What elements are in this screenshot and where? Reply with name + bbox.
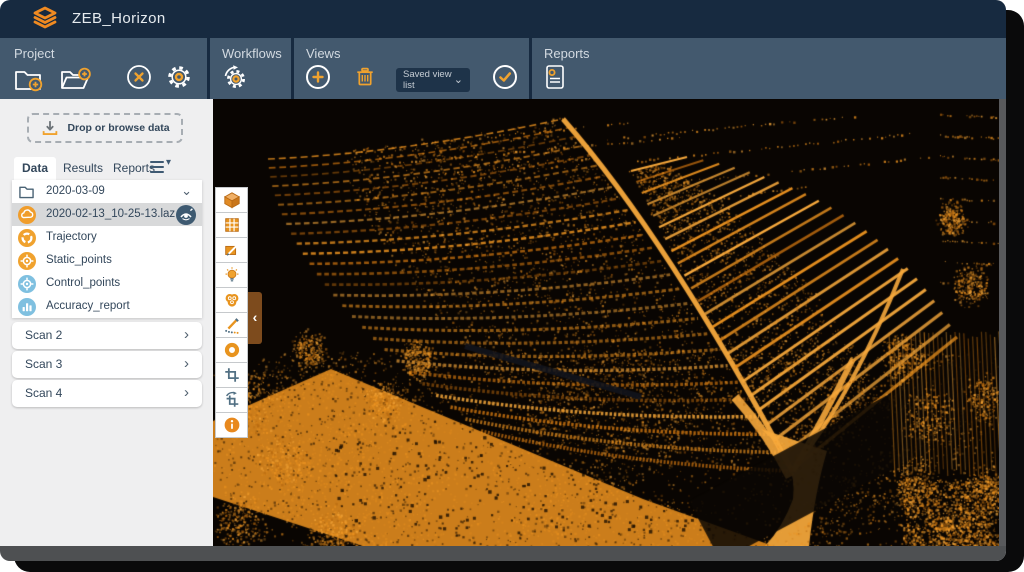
edit-area-button[interactable] <box>215 237 248 263</box>
tree-item-label: Control_points <box>46 272 120 295</box>
drop-or-browse-label: Drop or browse data <box>67 122 169 134</box>
edit-square-icon <box>223 241 241 259</box>
new-project-button[interactable] <box>13 64 43 94</box>
toolbar: Project Workflows <box>0 38 1006 99</box>
tree-item-accuracy-report[interactable]: Accuracy_report <box>12 295 202 318</box>
saved-view-list-dropdown[interactable]: Saved view list ⌄ <box>396 68 470 92</box>
reports-document-button[interactable] <box>544 64 566 91</box>
scan-2-card[interactable]: Scan 2 › <box>12 322 202 349</box>
brush-select-button[interactable] <box>215 312 248 338</box>
donut-icon <box>223 341 241 359</box>
info-button[interactable] <box>215 412 248 438</box>
crop-rotate-button[interactable] <box>215 387 248 413</box>
tree-item-label: Accuracy_report <box>46 295 130 318</box>
tab-results[interactable]: Results <box>58 157 108 180</box>
brush-points-icon <box>223 316 241 334</box>
toolbar-divider <box>529 38 532 99</box>
grid-view-button[interactable] <box>215 212 248 238</box>
chevron-right-icon: › <box>184 380 189 405</box>
drop-or-browse-button[interactable]: Drop or browse data <box>27 113 183 143</box>
crop-button[interactable] <box>215 362 248 388</box>
title-bar: ZEB_Horizon <box>0 0 1006 38</box>
crop-rotate-icon <box>223 391 241 409</box>
section-label-views: Views <box>306 46 340 61</box>
grid-icon <box>223 216 241 234</box>
donut-select-button[interactable] <box>215 337 248 363</box>
section-label-reports: Reports <box>544 46 590 61</box>
window-frame-right <box>999 99 1006 546</box>
static-points-icon <box>18 252 36 270</box>
saved-view-list-label: Saved view list <box>403 69 454 91</box>
tree-item-label: Trajectory <box>46 226 97 249</box>
data-tree-panel: 2020-03-09 ⌄ 2020-02-13_10-25-13.laz <box>12 180 202 318</box>
tab-data[interactable]: Data <box>14 157 56 180</box>
download-icon <box>40 118 60 138</box>
tree-item-trajectory[interactable]: Trajectory <box>12 226 202 249</box>
lightbulb-icon <box>223 266 241 284</box>
section-label-project: Project <box>14 46 54 61</box>
classify-cloud-button[interactable] <box>215 287 248 313</box>
lighting-button[interactable] <box>215 262 248 288</box>
window-frame-bottom <box>0 546 1006 561</box>
visibility-eye-button[interactable] <box>176 205 196 225</box>
caret-down-icon: ▾ <box>166 157 171 168</box>
crop-icon <box>223 366 241 384</box>
folder-icon <box>18 184 35 199</box>
list-menu-button[interactable]: ▾ <box>150 160 176 176</box>
app-logo-icon <box>30 5 60 35</box>
folder-name: 2020-03-09 <box>46 180 105 203</box>
add-view-button[interactable] <box>305 64 331 90</box>
tree-item-label: Static_points <box>46 249 112 272</box>
pointcloud-file-icon <box>18 206 36 224</box>
window-title: ZEB_Horizon <box>72 0 166 38</box>
tree-file-row-selected[interactable]: 2020-02-13_10-25-13.laz <box>12 203 202 226</box>
scan-3-card[interactable]: Scan 3 › <box>12 351 202 378</box>
project-settings-gear-icon[interactable] <box>166 64 192 90</box>
trajectory-icon <box>18 229 36 247</box>
chevron-right-icon: › <box>184 322 189 347</box>
tree-item-static-points[interactable]: Static_points <box>12 249 202 272</box>
apply-view-check-button[interactable] <box>492 64 518 90</box>
classify-blob-icon <box>223 291 241 309</box>
chevron-down-icon: ⌄ <box>454 75 463 85</box>
scan-label: Scan 4 <box>25 380 62 407</box>
viewport-toolbar <box>215 188 250 438</box>
control-points-icon <box>18 275 36 293</box>
tree-item-control-points[interactable]: Control_points <box>12 272 202 295</box>
viewport-canvas[interactable] <box>213 99 999 546</box>
tree-folder-row[interactable]: 2020-03-09 ⌄ <box>12 180 202 203</box>
workflows-gear-sync-button[interactable] <box>221 64 249 92</box>
chevron-right-icon: › <box>184 351 189 376</box>
app-window: ZEB_Horizon Project <box>0 0 1006 561</box>
open-project-button[interactable] <box>58 64 92 94</box>
screenshot-stage: ZEB_Horizon Project <box>0 0 1024 572</box>
chevron-down-icon[interactable]: ⌄ <box>181 180 192 201</box>
scan-label: Scan 2 <box>25 322 62 349</box>
toolbar-divider <box>207 38 210 99</box>
scan-4-card[interactable]: Scan 4 › <box>12 380 202 407</box>
menu-icon <box>150 161 164 163</box>
cube-icon <box>223 191 241 209</box>
delete-view-trash-icon[interactable] <box>352 64 378 90</box>
scan-label: Scan 3 <box>25 351 62 378</box>
toolbar-divider <box>291 38 294 99</box>
accuracy-report-icon <box>18 298 36 316</box>
collapse-panel-handle[interactable]: ‹ <box>248 292 262 344</box>
close-project-button[interactable] <box>126 64 152 90</box>
section-label-workflows: Workflows <box>222 46 282 61</box>
view-3d-cube-button[interactable] <box>215 187 248 213</box>
file-name: 2020-02-13_10-25-13.laz <box>46 203 175 226</box>
chevron-left-icon: ‹ <box>253 309 258 325</box>
info-icon <box>223 416 241 434</box>
